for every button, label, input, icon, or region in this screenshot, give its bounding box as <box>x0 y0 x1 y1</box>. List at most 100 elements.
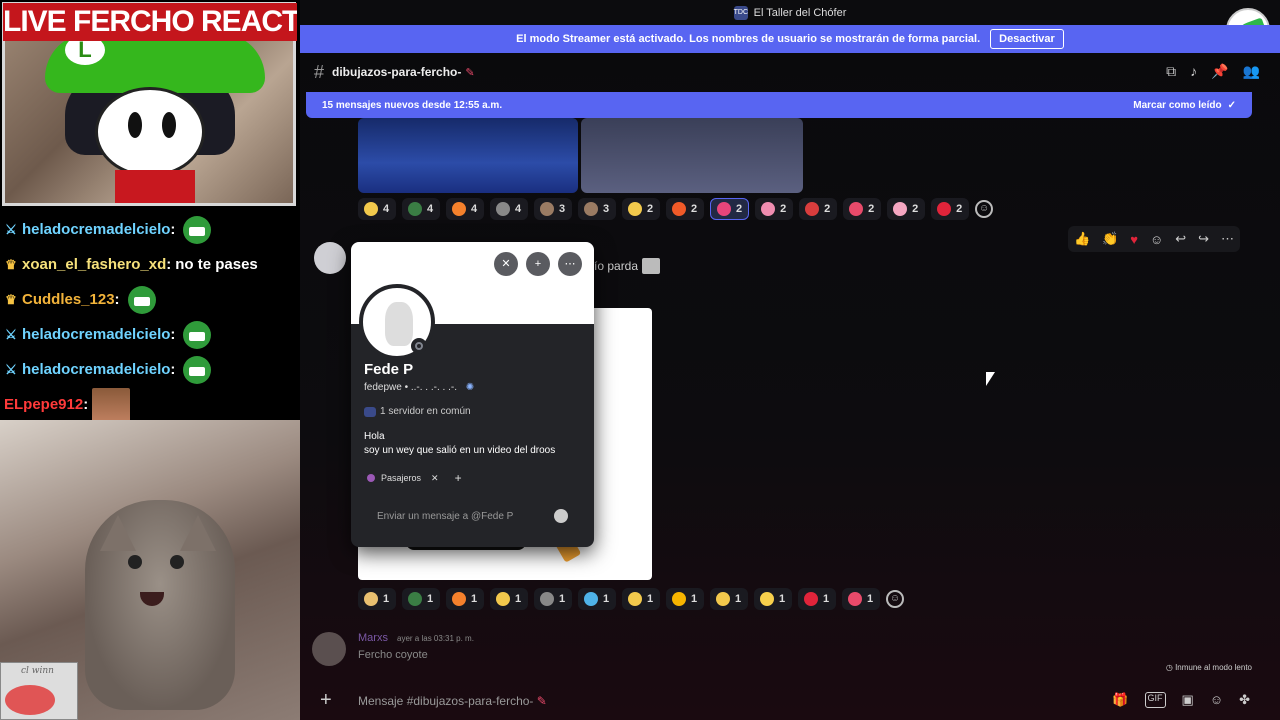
role-list: Pasajeros ✕ + <box>367 471 462 485</box>
reaction-button[interactable]: 1 <box>622 588 660 610</box>
chat-colon: : <box>83 396 89 413</box>
mute-icon[interactable]: ♪ <box>1190 63 1197 80</box>
profile-display-name: Fede P <box>364 361 414 378</box>
chat-username[interactable]: Cuddles_123 <box>22 291 115 308</box>
mark-read-icon: ✓ <box>1227 99 1236 111</box>
add-reaction-icon[interactable]: ☺ <box>886 590 904 608</box>
add-attachment-icon[interactable]: + <box>320 689 340 712</box>
reaction-button[interactable]: 2 <box>799 198 838 220</box>
heart-icon[interactable]: ♥ <box>1130 232 1138 247</box>
reaction-button[interactable]: 1 <box>842 588 880 610</box>
reaction-button[interactable]: 2 <box>666 198 704 220</box>
left-eye <box>128 112 142 138</box>
close-icon[interactable]: ✕ <box>494 252 518 276</box>
profile-message-input[interactable]: Enviar un mensaje a @Fede P <box>364 504 581 528</box>
reaction-button[interactable]: 4 <box>446 198 484 220</box>
pin-icon[interactable]: 📌 <box>1211 63 1228 80</box>
cat-eye <box>128 555 142 569</box>
disable-streamer-button[interactable]: Desactivar <box>990 29 1064 49</box>
reaction-button[interactable]: 1 <box>446 588 484 610</box>
message-placeholder: Mensaje #dibujazos-para-fercho- <box>358 693 534 708</box>
reaction-emoji-icon <box>364 202 378 216</box>
remove-role-icon[interactable]: ✕ <box>431 473 439 484</box>
mark-read-button[interactable]: Marcar como leído <box>1133 100 1221 111</box>
members-icon[interactable]: 👥 <box>1243 63 1260 80</box>
gift-icon[interactable]: 🎁 <box>1112 692 1128 708</box>
chat-username[interactable]: xoan_el_fashero_xd <box>22 256 166 273</box>
chat-username[interactable]: heladocremadelcielo <box>22 221 170 238</box>
reaction-button[interactable]: 1 <box>578 588 616 610</box>
mini-cam-hand <box>5 685 55 715</box>
bio-line: Hola <box>364 431 385 442</box>
reaction-count: 3 <box>603 203 610 215</box>
composer-toolbar: 🎁 GIF ▣ ☺ ✤ <box>1112 692 1250 708</box>
inline-emoji <box>642 258 660 274</box>
apps-icon[interactable]: ✤ <box>1239 692 1250 708</box>
reaction-button[interactable]: 4 <box>358 198 396 220</box>
reaction-button[interactable]: 1 <box>798 588 836 610</box>
mini-camera: cl winn <box>0 662 78 720</box>
attachment-image[interactable] <box>358 118 578 193</box>
message-avatar[interactable] <box>314 242 346 274</box>
chat-username[interactable]: heladocremadelcielo <box>22 326 170 343</box>
author-name[interactable]: Marxs <box>358 632 388 644</box>
mutual-servers[interactable]: 1 servidor en común <box>364 406 471 417</box>
reaction-button[interactable]: 2 <box>931 198 970 220</box>
badge-icon: ✺ <box>465 382 475 393</box>
reaction-button[interactable]: 3 <box>578 198 616 220</box>
reply-icon[interactable]: ↩ <box>1175 231 1186 247</box>
add-role-icon[interactable]: + <box>455 471 462 485</box>
forward-icon[interactable]: ↪ <box>1198 231 1209 247</box>
reaction-button[interactable]: 1 <box>490 588 528 610</box>
reaction-button[interactable]: 4 <box>490 198 528 220</box>
reaction-button[interactable]: 2 <box>887 198 926 220</box>
reaction-button[interactable]: 2 <box>710 198 750 220</box>
more-icon[interactable]: ⋯ <box>1221 231 1234 247</box>
crown-icon: ♛ <box>5 291 17 307</box>
reaction-emoji-icon <box>628 202 642 216</box>
reaction-button[interactable]: 3 <box>534 198 572 220</box>
reaction-button[interactable]: 1 <box>754 588 792 610</box>
thumbs-up-icon[interactable]: 👍 <box>1074 231 1090 247</box>
sword-icon: ⚔ <box>5 326 17 342</box>
chat-username[interactable]: heladocremadelcielo <box>22 361 170 378</box>
reaction-button[interactable]: 1 <box>358 588 396 610</box>
reaction-count: 4 <box>471 203 478 215</box>
message-input[interactable]: Mensaje #dibujazos-para-fercho- ✎ <box>358 694 547 708</box>
add-reaction-icon[interactable]: ☺ <box>1150 232 1163 247</box>
reaction-count: 1 <box>779 593 786 605</box>
reaction-button[interactable]: 1 <box>534 588 572 610</box>
threads-icon[interactable]: ⧉ <box>1166 63 1176 80</box>
reaction-count: 2 <box>824 203 831 215</box>
cat-ear <box>180 515 216 551</box>
message-avatar[interactable] <box>312 632 346 666</box>
reaction-count: 4 <box>515 203 522 215</box>
reaction-emoji-icon <box>496 202 510 216</box>
more-options-icon[interactable]: ⋯ <box>558 252 582 276</box>
sticker-icon[interactable]: ▣ <box>1182 692 1194 708</box>
profile-popout: ✕ + ⋯ Fede P fedepwe • ..-. . .-. . .-. … <box>351 242 594 547</box>
reaction-button[interactable]: 1 <box>402 588 440 610</box>
gif-icon[interactable]: GIF <box>1144 692 1166 708</box>
mini-cam-text: cl winn <box>21 666 54 676</box>
reaction-button[interactable]: 2 <box>843 198 882 220</box>
reaction-button[interactable]: 1 <box>710 588 748 610</box>
reaction-button[interactable]: 1 <box>666 588 704 610</box>
emoji-icon[interactable] <box>554 509 568 523</box>
reaction-count: 1 <box>471 593 478 605</box>
clap-icon[interactable]: 👏 <box>1102 231 1118 247</box>
reaction-emoji-icon <box>584 202 598 216</box>
character-shirt <box>115 170 195 203</box>
attachment-image[interactable] <box>581 118 803 193</box>
chat-username[interactable]: ELpepe912 <box>4 396 83 413</box>
add-friend-icon[interactable]: + <box>526 252 550 276</box>
add-reaction-icon[interactable]: ☺ <box>975 200 994 218</box>
new-messages-bar[interactable]: 15 mensajes nuevos desde 12:55 a.m. Marc… <box>306 92 1252 118</box>
message-fragment: ío parda <box>594 259 639 273</box>
reaction-count: 1 <box>823 593 830 605</box>
reaction-button[interactable]: 2 <box>622 198 660 220</box>
reaction-count: 1 <box>735 593 742 605</box>
reaction-button[interactable]: 2 <box>755 198 794 220</box>
emoji-icon[interactable]: ☺ <box>1210 692 1223 708</box>
reaction-button[interactable]: 4 <box>402 198 440 220</box>
